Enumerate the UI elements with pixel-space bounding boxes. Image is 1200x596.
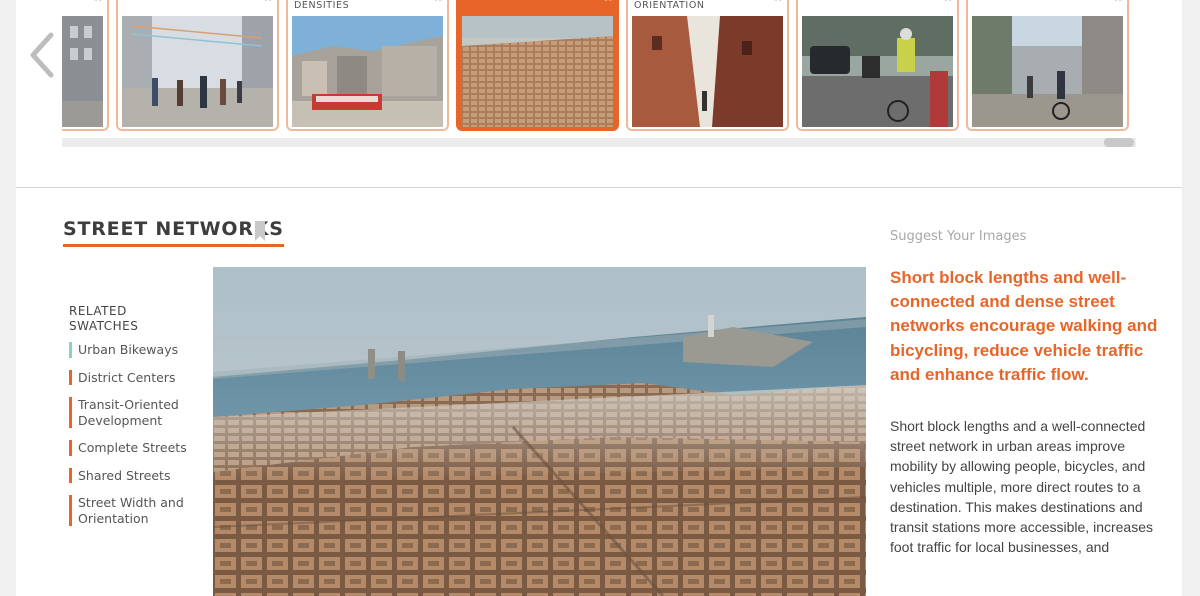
thumbnail-menu-icon[interactable]: ◦◦ <box>603 0 613 6</box>
bike-lane-cyclist-photo <box>802 16 953 127</box>
related-swatches-list: Urban Bikeways District Centers Transit-… <box>69 342 199 538</box>
street-buildings-photo <box>62 16 103 127</box>
thumbnail-item[interactable]: ◦◦ <box>116 0 279 131</box>
thumbnail-menu-icon[interactable]: ◦◦ <box>433 0 443 6</box>
section-body-text: Short block lengths and a well-connected… <box>890 418 1153 556</box>
related-link-street-width-orientation[interactable]: Street Width and Orientation <box>69 495 199 526</box>
thumbnail-menu-icon[interactable]: ◦◦ <box>1113 0 1123 6</box>
waterfront-tram-photo <box>292 16 443 127</box>
carousel-prev-button[interactable] <box>24 30 60 80</box>
aerial-barcelona-street-grid-photo[interactable] <box>213 267 866 596</box>
thumbnail-item-active[interactable]: ◦◦ <box>456 0 619 131</box>
chevron-left-icon <box>30 32 54 78</box>
thumbnail-item[interactable]: ◦◦ <box>796 0 959 131</box>
thumbnail-menu-icon[interactable]: ◦◦ <box>263 0 273 6</box>
thumbnail-item[interactable]: Orientation ◦◦ <box>626 0 789 131</box>
thumbnail-menu-icon[interactable]: ◦◦ <box>773 0 783 6</box>
section-title: STREET NETWORKS <box>63 218 284 247</box>
divider <box>16 187 1182 188</box>
bookmark-icon[interactable] <box>255 221 265 241</box>
narrow-alley-photo <box>632 16 783 127</box>
image-carousel: ◦◦ ◦◦ DENSITIES ◦◦ ◦◦ ORIENTATION ◦◦ ◦◦ … <box>16 0 1182 188</box>
thumbnail-caption: Densities <box>294 0 350 11</box>
carousel-scrollbar-track[interactable] <box>62 138 1136 147</box>
thumbnail-menu-icon[interactable]: ◦◦ <box>93 0 103 6</box>
thumbnail-caption: Orientation <box>634 0 705 11</box>
street-cyclists-photo <box>972 16 1123 127</box>
suggest-images-link[interactable]: Suggest Your Images <box>890 229 1026 244</box>
related-link-transit-oriented-development[interactable]: Transit-Oriented Development <box>69 397 199 428</box>
thumbnail-item[interactable]: ◦◦ <box>62 0 109 131</box>
related-link-district-centers[interactable]: District Centers <box>69 369 199 385</box>
thumbnail-item[interactable]: ◦◦ <box>966 0 1129 131</box>
carousel-scrollbar-thumb[interactable] <box>1104 138 1134 147</box>
pedestrian-street-photo <box>122 16 273 127</box>
related-link-complete-streets[interactable]: Complete Streets <box>69 440 199 456</box>
related-swatches-heading: Related Swatches <box>69 304 139 333</box>
thumbnail-item[interactable]: Densities ◦◦ <box>286 0 449 131</box>
related-link-shared-streets[interactable]: Shared Streets <box>69 467 199 483</box>
thumbnail-strip: ◦◦ ◦◦ DENSITIES ◦◦ ◦◦ ORIENTATION ◦◦ ◦◦ … <box>62 0 1136 135</box>
thumbnail-menu-icon[interactable]: ◦◦ <box>943 0 953 6</box>
related-link-urban-bikeways[interactable]: Urban Bikeways <box>69 342 199 358</box>
aerial-city-photo <box>462 16 613 127</box>
section-headline: Short block lengths and well-connected a… <box>890 268 1158 384</box>
page: ◦◦ ◦◦ DENSITIES ◦◦ ◦◦ ORIENTATION ◦◦ ◦◦ … <box>16 0 1182 596</box>
